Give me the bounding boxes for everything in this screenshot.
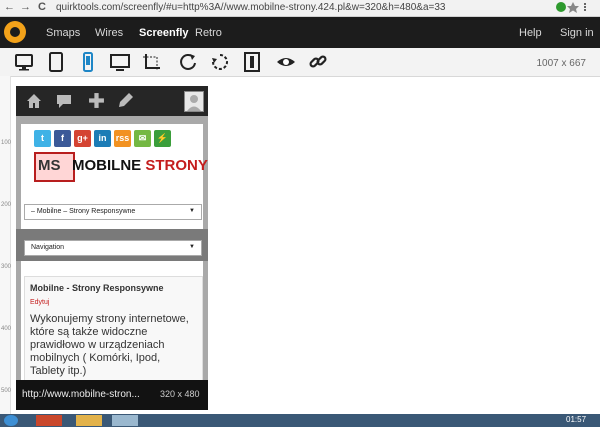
category-select-value: – Mobilne – Strony Responsywne bbox=[31, 208, 136, 215]
rss-icon[interactable]: rss bbox=[114, 130, 131, 147]
menu-item-smaps[interactable]: Smaps bbox=[46, 27, 80, 39]
taskbar-app-icon[interactable] bbox=[112, 415, 138, 426]
site-logo-text: MOBILNE STRONY bbox=[72, 157, 208, 174]
chevron-down-icon: ▼ bbox=[189, 244, 195, 250]
ruler-tick: 200 bbox=[1, 202, 12, 208]
browser-extension-icons[interactable] bbox=[556, 1, 596, 16]
home-icon[interactable] bbox=[26, 93, 42, 114]
taskbar-app-icon[interactable] bbox=[76, 415, 102, 426]
site-logo-text-a: MOBILNE bbox=[72, 157, 142, 174]
ruler-tick: 400 bbox=[1, 326, 12, 332]
site-logo-initials: MS bbox=[38, 157, 61, 174]
ruler-tick: 500 bbox=[1, 388, 12, 394]
browser-address-bar: ← → C quirktools.com/screenfly/#u=http%3… bbox=[0, 0, 600, 17]
email-icon[interactable]: ✉ bbox=[134, 130, 151, 147]
menu-item-help[interactable]: Help bbox=[519, 27, 542, 39]
article-title[interactable]: Mobilne - Strony Responsywne bbox=[30, 283, 164, 293]
google-plus-icon[interactable]: g+ bbox=[74, 130, 91, 147]
phone-icon[interactable] bbox=[78, 52, 98, 72]
article-body: Wykonujemy strony internetowe, które są … bbox=[30, 313, 189, 377]
reload-icon[interactable]: C bbox=[38, 1, 46, 13]
custom-size-icon[interactable] bbox=[142, 52, 162, 72]
forward-icon[interactable]: → bbox=[20, 1, 31, 13]
plus-icon[interactable] bbox=[88, 92, 105, 114]
site-top-bar bbox=[16, 86, 208, 116]
refresh-icon[interactable] bbox=[210, 52, 230, 72]
desktop-icon[interactable] bbox=[14, 52, 34, 72]
status-size: 320 x 480 bbox=[160, 389, 200, 399]
status-url: http://www.mobilne-stron... bbox=[22, 389, 140, 400]
taskbar-app-icon[interactable] bbox=[36, 415, 62, 426]
url-field[interactable]: quirktools.com/screenfly/#u=http%3A//www… bbox=[56, 2, 445, 13]
back-icon[interactable]: ← bbox=[4, 1, 15, 13]
viewport-dimensions: 1007 x 667 bbox=[536, 58, 587, 69]
avatar[interactable] bbox=[184, 91, 204, 112]
menu-item-screenfly[interactable]: Screenfly bbox=[139, 27, 189, 39]
vertical-ruler: 100 200 300 400 500 bbox=[0, 76, 11, 416]
start-button-icon[interactable] bbox=[4, 415, 18, 426]
tv-icon[interactable] bbox=[110, 52, 130, 72]
quirktools-logo-icon[interactable] bbox=[4, 21, 26, 43]
pencil-icon[interactable] bbox=[118, 92, 134, 113]
facebook-icon[interactable]: f bbox=[54, 130, 71, 147]
taskbar-clock: 01:57 bbox=[566, 415, 587, 424]
ruler-tick: 300 bbox=[1, 264, 12, 270]
comment-icon[interactable] bbox=[56, 93, 72, 114]
preview-status-bar: http://www.mobilne-stron... 320 x 480 bbox=[16, 380, 208, 410]
linkedin-icon[interactable]: in bbox=[94, 130, 111, 147]
scroll-icon[interactable] bbox=[242, 52, 262, 72]
windows-taskbar: 01:57 bbox=[0, 414, 600, 427]
ruler-tick: 100 bbox=[1, 140, 12, 146]
chevron-down-icon: ▼ bbox=[189, 208, 195, 214]
rotate-icon[interactable] bbox=[178, 52, 198, 72]
menu-item-wires[interactable]: Wires bbox=[95, 27, 123, 39]
app-menu-bar: Smaps Wires Screenfly Retro Help Sign in bbox=[0, 17, 600, 48]
navigation-select-value: Navigation bbox=[31, 244, 65, 251]
tablet-icon[interactable] bbox=[46, 52, 66, 72]
edit-link[interactable]: Edytuj bbox=[30, 299, 49, 306]
category-select[interactable]: – Mobilne – Strony Responsywne ▼ bbox=[24, 204, 202, 220]
site-logo-text-b: STRONY bbox=[145, 157, 208, 174]
menu-item-sign-in[interactable]: Sign in bbox=[560, 27, 594, 39]
navigation-select[interactable]: Navigation ▼ bbox=[24, 240, 202, 256]
link-icon[interactable] bbox=[308, 52, 328, 72]
device-preview-frame: t f g+ in rss ✉ ⚡ MS MOBILNE STRONY – Mobilne … bbox=[16, 86, 208, 410]
activity-icon[interactable]: ⚡ bbox=[154, 130, 171, 147]
menu-item-retro[interactable]: Retro bbox=[195, 27, 222, 39]
social-links: t f g+ in rss ✉ ⚡ bbox=[34, 128, 174, 147]
device-toolbar bbox=[0, 48, 600, 77]
preview-icon[interactable] bbox=[276, 52, 296, 72]
twitter-icon[interactable]: t bbox=[34, 130, 51, 147]
